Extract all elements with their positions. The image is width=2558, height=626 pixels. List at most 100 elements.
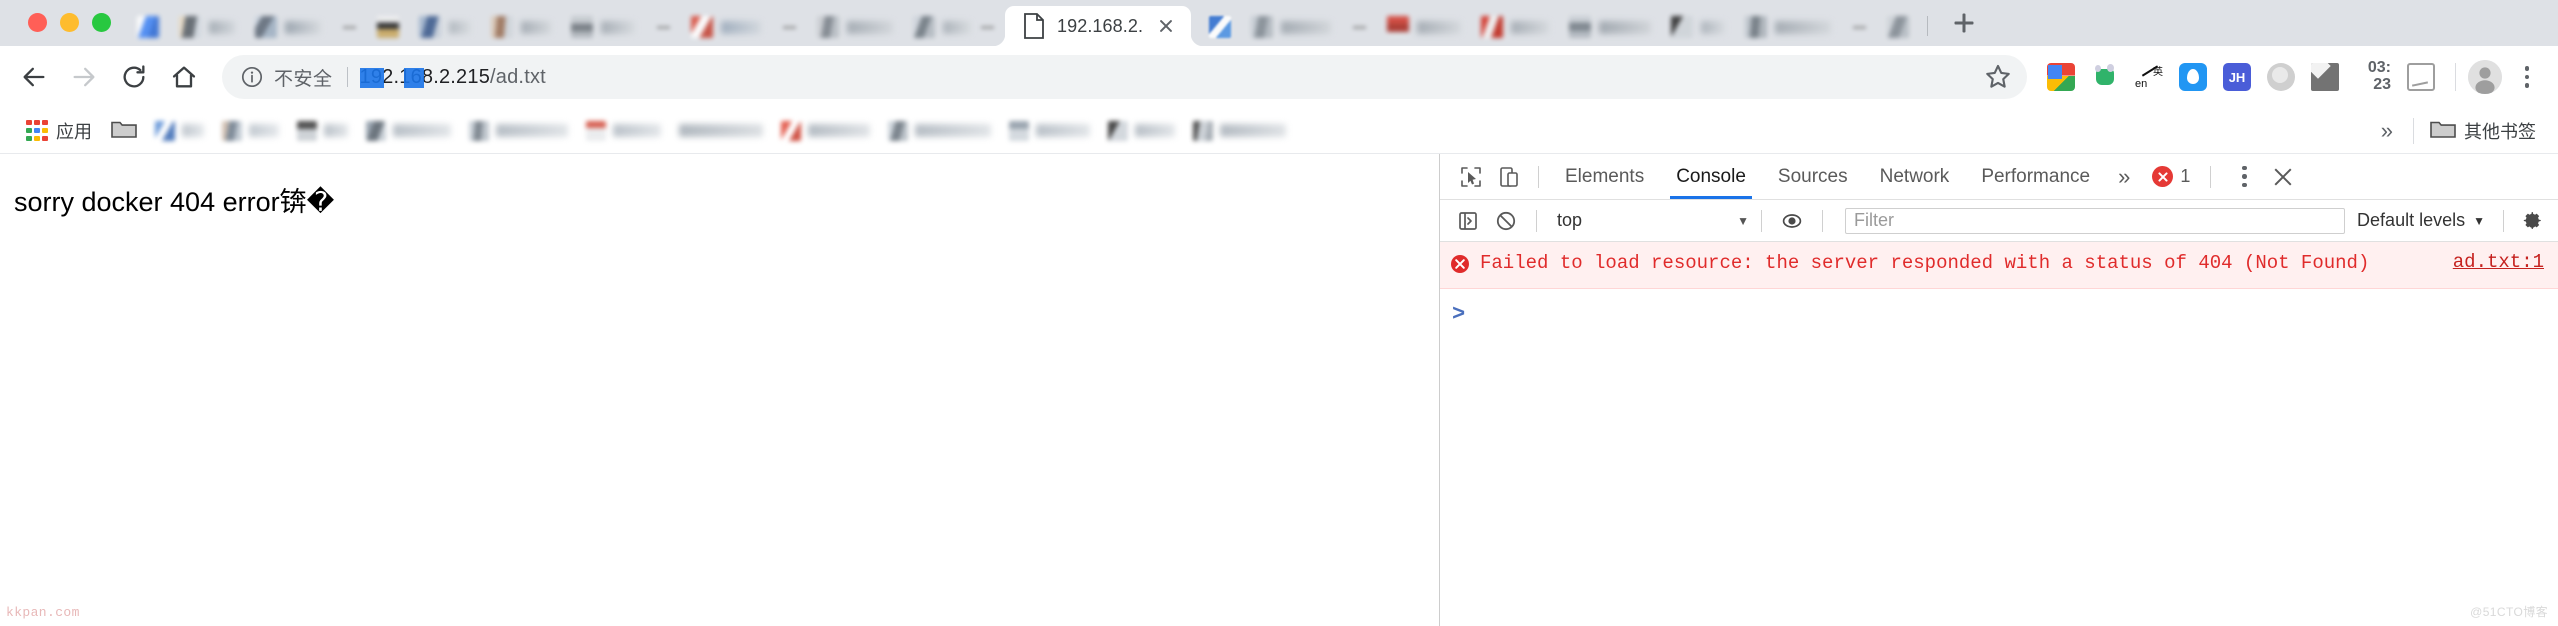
- screenshot-extension-icon[interactable]: [2399, 55, 2443, 99]
- chevron-down-icon: ▼: [1737, 213, 1749, 228]
- back-button[interactable]: [10, 53, 58, 101]
- inspect-element-icon[interactable]: [1452, 158, 1490, 196]
- info-circle-icon[interactable]: [240, 65, 264, 89]
- url-text[interactable]: 192.168.2.215/ad.txt: [359, 66, 1981, 89]
- jh-extension-icon[interactable]: JH: [2215, 55, 2259, 99]
- bookmark-item[interactable]: [357, 120, 460, 141]
- tab-sources[interactable]: Sources: [1762, 155, 1864, 199]
- background-tab[interactable]: [245, 8, 331, 46]
- baidu-netdisk-extension-icon[interactable]: [2083, 55, 2127, 99]
- devtools-more-tabs-button[interactable]: »: [2106, 164, 2142, 190]
- background-tab[interactable]: [1877, 8, 1919, 46]
- mail-extension-icon[interactable]: [2303, 55, 2347, 99]
- background-tab[interactable]: [1341, 8, 1377, 46]
- background-tab[interactable]: [681, 8, 771, 46]
- background-tab[interactable]: [481, 8, 561, 46]
- background-tab[interactable]: [169, 8, 245, 46]
- bookmark-star-icon[interactable]: [1981, 60, 2015, 94]
- maximize-window-button[interactable]: [92, 13, 111, 32]
- tab-close-icon[interactable]: [979, 20, 995, 34]
- extension-icons: en 英 JH: [2039, 55, 2347, 99]
- page-viewport[interactable]: sorry docker 404 error锛� kkpan.com: [0, 154, 1439, 626]
- tab-performance[interactable]: Performance: [1965, 155, 2106, 199]
- bookmark-item[interactable]: [879, 120, 1000, 141]
- background-tab[interactable]: [1199, 8, 1241, 46]
- chrome-menu-button[interactable]: [2510, 57, 2544, 97]
- bookmarks-overflow-button[interactable]: »: [2367, 119, 2407, 142]
- apps-grid-icon: [26, 119, 48, 142]
- background-tab[interactable]: [561, 8, 645, 46]
- grey-circle-extension-icon[interactable]: [2259, 55, 2303, 99]
- background-tab[interactable]: [771, 8, 807, 46]
- tab-close-icon[interactable]: [1351, 20, 1368, 34]
- error-count-badge[interactable]: 1: [2142, 166, 2200, 187]
- bookmark-item[interactable]: [1184, 120, 1295, 141]
- bookmark-item[interactable]: [1099, 120, 1184, 141]
- console-filter-input[interactable]: Filter: [1845, 207, 2346, 234]
- devtools-settings-menu-button[interactable]: [2227, 160, 2261, 194]
- console-error-source-link[interactable]: ad.txt:1: [2453, 250, 2544, 273]
- avatar[interactable]: [2468, 60, 2502, 94]
- bookmark-item[interactable]: [213, 120, 288, 141]
- background-tab[interactable]: [645, 8, 681, 46]
- console-sidebar-icon[interactable]: [1450, 203, 1486, 239]
- minimize-window-button[interactable]: [60, 13, 79, 32]
- tab-close-icon[interactable]: [781, 20, 797, 34]
- active-tab[interactable]: 192.168.2.: [992, 6, 1192, 46]
- tab-favicon-icon: [1887, 16, 1910, 38]
- background-tab[interactable]: [409, 8, 481, 46]
- tab-close-icon[interactable]: [1155, 15, 1177, 37]
- console-log-levels-selector[interactable]: Default levels ▼: [2357, 210, 2491, 231]
- other-bookmarks-folder[interactable]: 其他书签: [2420, 114, 2546, 148]
- tab-console[interactable]: Console: [1660, 155, 1762, 199]
- background-tab[interactable]: [1735, 8, 1841, 46]
- close-window-button[interactable]: [28, 13, 47, 32]
- security-status-label[interactable]: 不安全: [274, 64, 333, 91]
- background-tab[interactable]: [1559, 8, 1661, 46]
- clock-widget[interactable]: 03: 23: [2349, 59, 2397, 94]
- tab-elements[interactable]: Elements: [1549, 155, 1660, 199]
- bookmark-item[interactable]: [670, 124, 772, 137]
- new-tab-button[interactable]: [1944, 3, 1984, 43]
- background-tab[interactable]: [1471, 8, 1559, 46]
- bookmark-item[interactable]: [577, 120, 670, 141]
- background-tab[interactable]: [903, 8, 1005, 46]
- bookmark-item[interactable]: [772, 120, 879, 141]
- background-tab[interactable]: [127, 8, 169, 46]
- bookmark-item[interactable]: [288, 120, 357, 141]
- bookmark-folder[interactable]: [102, 118, 146, 144]
- console-context-selector[interactable]: top ▼: [1549, 210, 1749, 231]
- console-output[interactable]: Failed to load resource: the server resp…: [1440, 242, 2558, 626]
- tab-close-icon[interactable]: [655, 20, 671, 34]
- bookmark-item[interactable]: [1000, 120, 1099, 141]
- bookmark-favicon-icon: [366, 120, 386, 141]
- blue-drop-extension-icon[interactable]: [2171, 55, 2215, 99]
- tab-close-icon[interactable]: [341, 20, 357, 34]
- bookmark-item[interactable]: [146, 120, 213, 141]
- console-input-line[interactable]: >: [1440, 289, 2558, 333]
- tab-network[interactable]: Network: [1864, 155, 1966, 199]
- console-error-message[interactable]: Failed to load resource: the server resp…: [1440, 242, 2558, 289]
- eye-icon[interactable]: [1774, 203, 1810, 239]
- address-bar[interactable]: 不安全 192.168.2.215/ad.txt: [222, 55, 2027, 99]
- tab-close-icon[interactable]: [1851, 20, 1868, 34]
- background-tab[interactable]: [807, 8, 903, 46]
- background-tab[interactable]: [1661, 8, 1735, 46]
- background-tab[interactable]: [1377, 8, 1471, 46]
- background-tab[interactable]: [367, 8, 409, 46]
- background-tab[interactable]: [331, 8, 367, 46]
- apps-label: 应用: [56, 121, 92, 142]
- devtools-close-button[interactable]: [2265, 159, 2301, 195]
- clear-console-icon[interactable]: [1488, 203, 1524, 239]
- bookmark-item[interactable]: [460, 120, 577, 141]
- google-translate-extension-icon[interactable]: [2039, 55, 2083, 99]
- device-toolbar-icon[interactable]: [1490, 158, 1528, 196]
- gear-icon[interactable]: [2516, 204, 2550, 238]
- reload-button[interactable]: [110, 53, 158, 101]
- background-tab[interactable]: [1841, 8, 1877, 46]
- bookmarks-divider: [2413, 117, 2414, 144]
- background-tab[interactable]: [1241, 8, 1341, 46]
- english-translate-extension-icon[interactable]: en 英: [2127, 55, 2171, 99]
- apps-shortcut[interactable]: 应用: [16, 114, 102, 148]
- home-button[interactable]: [160, 53, 208, 101]
